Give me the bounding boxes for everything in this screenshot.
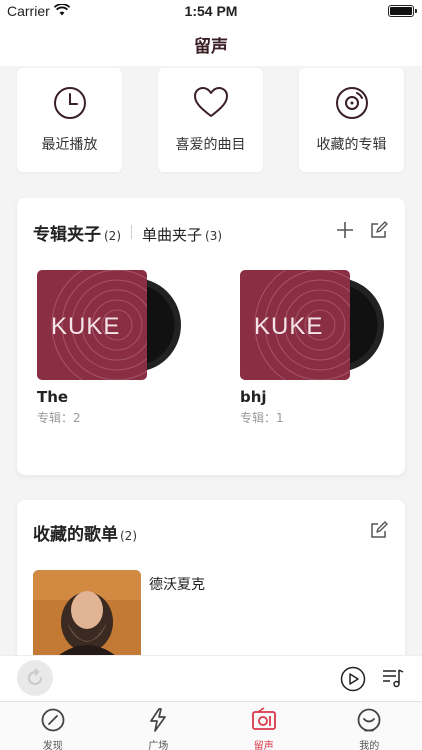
edit-icon[interactable] (369, 520, 389, 544)
radio-icon (211, 707, 317, 733)
page-title: 留声 (194, 37, 228, 57)
tab-discover[interactable]: 发现 (0, 702, 106, 750)
tab-album-folders[interactable]: 专辑夹子 (33, 220, 101, 245)
clock-time: 1:54 PM (184, 3, 238, 19)
play-icon[interactable] (340, 666, 366, 696)
favorite-tracks-tile[interactable]: 喜爱的曲目 (158, 68, 263, 172)
tab-mine-label: 我的 (359, 741, 380, 750)
battery-icon (388, 5, 417, 17)
status-bar: Carrier 1:54 PM (0, 0, 422, 22)
tab-single-count: (3) (205, 229, 223, 243)
profile-icon (317, 707, 422, 733)
folder-tabs: 专辑夹子 (2) 单曲夹子 (3) (33, 220, 223, 245)
tab-liusheng[interactable]: 留声 (211, 702, 317, 750)
mini-player (0, 655, 422, 701)
tab-mine[interactable]: 我的 (317, 702, 422, 750)
saved-albums-tile[interactable]: 收藏的专辑 (299, 68, 404, 172)
tab-divider (131, 225, 132, 239)
folder-title: bhj (240, 388, 267, 406)
tab-single-folders[interactable]: 单曲夹子 (142, 224, 202, 245)
heart-icon (158, 86, 263, 120)
clock-icon (17, 86, 122, 120)
playlist-name[interactable]: 德沃夏克 (149, 574, 205, 594)
album-cover: KUKE (240, 270, 350, 380)
tab-discover-label: 发现 (42, 741, 63, 750)
kuke-logo: KUKE (254, 313, 323, 340)
recent-plays-label: 最近播放 (41, 137, 98, 153)
kuke-logo: KUKE (51, 313, 120, 340)
folder-title: The (37, 388, 69, 406)
recent-plays-tile[interactable]: 最近播放 (17, 68, 122, 172)
folder-actions (335, 220, 389, 244)
player-artwork[interactable] (17, 660, 53, 696)
saved-playlists-card: 收藏的歌单 (2) 德沃夏克 (17, 500, 405, 660)
lightning-icon (106, 707, 212, 733)
album-folder-item[interactable]: KUKE The 专辑：2 (37, 270, 181, 426)
folder-count: 专辑：2 (37, 411, 81, 425)
playlists-count: (2) (120, 529, 137, 543)
favorite-tracks-label: 喜爱的曲目 (175, 137, 246, 153)
saved-albums-label: 收藏的专辑 (316, 137, 387, 153)
tab-plaza-label: 广场 (148, 741, 169, 750)
nav-bar: 留声 (0, 22, 422, 66)
folder-count: 专辑：1 (240, 411, 284, 425)
vinyl-icon (299, 86, 404, 120)
compass-icon (0, 707, 106, 733)
tab-plaza[interactable]: 广场 (106, 702, 212, 750)
tab-album-count: (2) (104, 229, 121, 243)
tab-bar: 发现 广场 留声 我的 (0, 701, 422, 750)
add-icon[interactable] (335, 220, 355, 244)
edit-icon[interactable] (369, 220, 389, 244)
playlists-title: 收藏的歌单 (33, 525, 118, 545)
playlist-cover[interactable] (33, 570, 141, 660)
tab-liusheng-label: 留声 (253, 741, 274, 750)
album-cover: KUKE (37, 270, 147, 380)
playlists-header: 收藏的歌单 (2) (33, 520, 137, 545)
playlist-queue-icon[interactable] (381, 666, 405, 694)
album-folder-item[interactable]: KUKE bhj 专辑：1 (240, 270, 384, 426)
album-folders-card: 专辑夹子 (2) 单曲夹子 (3) KUKE The 专辑：2 KUKE bhj… (17, 198, 405, 475)
